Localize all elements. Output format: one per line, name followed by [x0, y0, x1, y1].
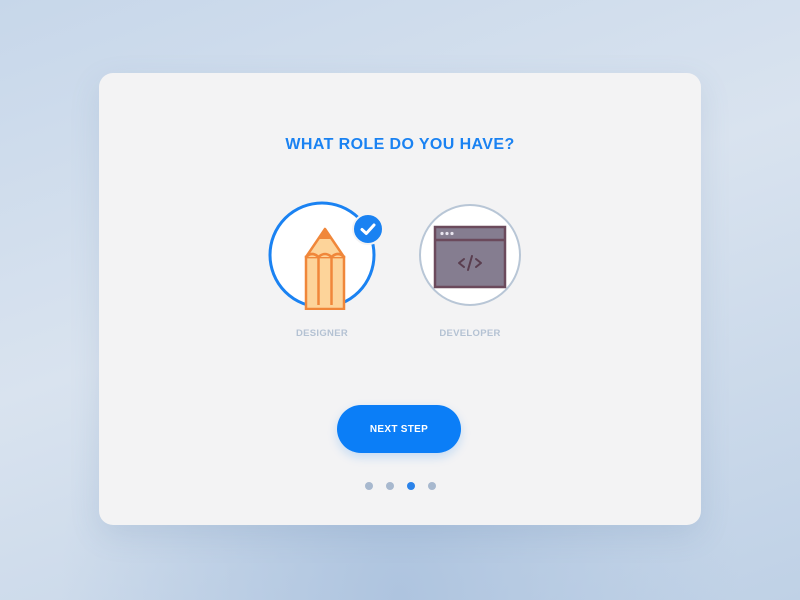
role-option-developer[interactable]: DEVELOPER	[415, 203, 525, 339]
developer-circle-graphic	[419, 204, 521, 306]
page-title: WHAT ROLE DO YOU HAVE?	[285, 136, 515, 153]
role-selection-card: WHAT ROLE DO YOU HAVE? DESIGNER DEVELOPE…	[99, 73, 701, 525]
developer-label: DEVELOPER	[439, 328, 501, 339]
pagination-dots	[99, 482, 701, 490]
code-window-icon	[433, 225, 507, 289]
page-dot-3[interactable]	[406, 482, 415, 490]
page-dot-1[interactable]	[364, 482, 373, 490]
page-dot-2[interactable]	[385, 482, 394, 490]
designer-circle[interactable]	[268, 201, 384, 310]
page-dot-4[interactable]	[427, 482, 436, 490]
next-step-button[interactable]: NEXT STEP	[337, 405, 461, 453]
check-icon	[360, 223, 376, 235]
developer-circle[interactable]	[418, 203, 522, 307]
designer-label: DESIGNER	[295, 328, 349, 339]
role-option-designer[interactable]: DESIGNER	[267, 201, 384, 339]
selected-check-badge	[352, 213, 384, 245]
